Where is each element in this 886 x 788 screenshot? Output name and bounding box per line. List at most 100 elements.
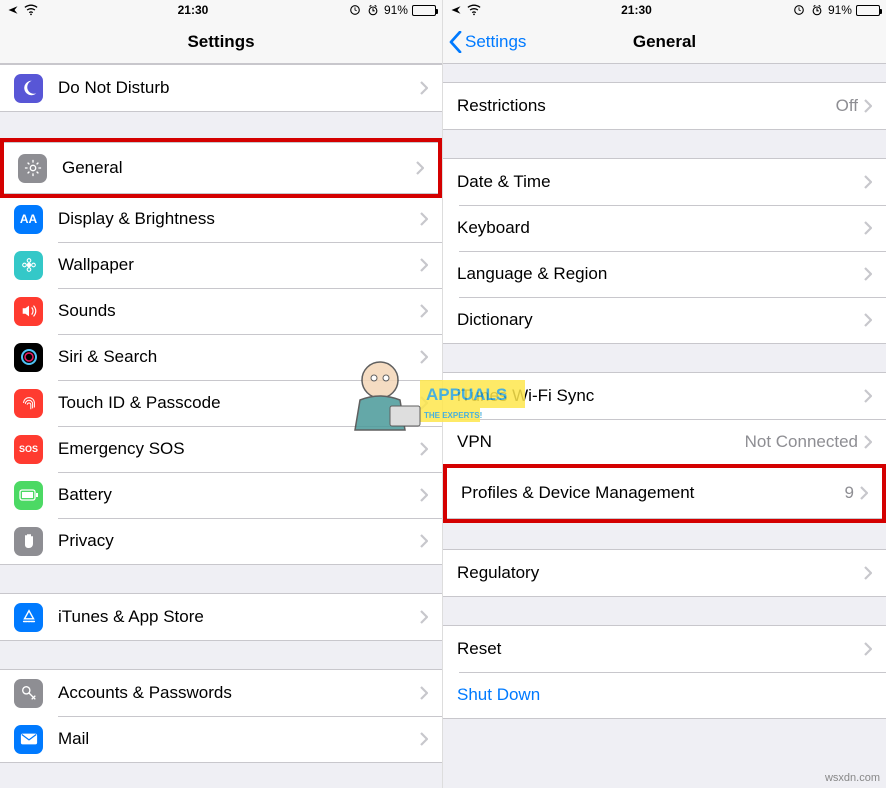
chevron-right-icon [420,534,428,548]
row-label: Battery [58,485,420,505]
airplane-icon [449,4,463,16]
row-wallpaper[interactable]: Wallpaper [0,242,442,288]
row-label: Privacy [58,531,420,551]
chevron-right-icon [860,486,868,500]
text-size-icon: AA [14,205,43,234]
siri-icon [14,343,43,372]
back-button[interactable]: Settings [449,20,526,64]
battery-icon [856,5,880,16]
row-mail[interactable]: Mail [0,716,442,762]
row-accounts[interactable]: Accounts & Passwords [0,670,442,716]
chevron-right-icon [420,212,428,226]
chevron-right-icon [864,313,872,327]
status-bar: 21:30 91% [443,0,886,20]
row-regulatory[interactable]: Regulatory [443,550,886,596]
nav-bar: Settings General [443,20,886,64]
row-label: iTunes & App Store [58,607,420,627]
airplane-icon [6,4,20,16]
chevron-right-icon [864,389,872,403]
alarm-icon [810,4,824,16]
hand-icon [14,527,43,556]
speaker-icon [14,297,43,326]
page-title: Settings [187,32,254,52]
row-dnd[interactable]: Do Not Disturb [0,65,442,111]
row-reset[interactable]: Reset [443,626,886,672]
chevron-right-icon [420,610,428,624]
page-title: General [633,32,696,52]
row-sounds[interactable]: Sounds [0,288,442,334]
row-profiles[interactable]: Profiles & Device Management 9 [447,468,882,518]
wifi-icon [467,4,481,16]
svg-text:APPUALS: APPUALS [426,385,507,404]
key-icon [14,679,43,708]
chevron-right-icon [864,99,872,113]
status-time: 21:30 [178,3,209,17]
row-label: Shut Down [457,685,872,705]
row-value: Off [836,96,858,116]
chevron-right-icon [420,686,428,700]
alarm-icon [366,4,380,16]
chevron-right-icon [420,304,428,318]
row-dictionary[interactable]: Dictionary [443,297,886,343]
flower-icon [14,251,43,280]
battery-percent: 91% [384,3,408,17]
watermark: APPUALS THE EXPERTS! [330,350,530,448]
nav-bar: Settings [0,20,442,64]
highlight-general: General [0,138,442,198]
highlight-profiles: Profiles & Device Management 9 [443,464,886,523]
row-label: Profiles & Device Management [461,483,845,503]
battery-icon [412,5,436,16]
chevron-right-icon [864,435,872,449]
fingerprint-icon [14,389,43,418]
chevron-right-icon [864,221,872,235]
back-label: Settings [465,32,526,52]
chevron-right-icon [864,642,872,656]
row-language[interactable]: Language & Region [443,251,886,297]
lock-icon [348,4,362,16]
row-restrictions[interactable]: Restrictions Off [443,83,886,129]
chevron-right-icon [864,175,872,189]
row-keyboard[interactable]: Keyboard [443,205,886,251]
chevron-right-icon [420,488,428,502]
row-battery[interactable]: Battery [0,472,442,518]
row-label: Restrictions [457,96,836,116]
chevron-right-icon [420,258,428,272]
row-label: Regulatory [457,563,864,583]
mail-icon [14,725,43,754]
row-general[interactable]: General [4,143,438,193]
status-bar: 21:30 91% [0,0,442,20]
chevron-right-icon [420,732,428,746]
sos-icon: SOS [14,435,43,464]
row-label: Sounds [58,301,420,321]
row-label: Wallpaper [58,255,420,275]
row-value: Not Connected [745,432,858,452]
battery-icon [14,481,43,510]
moon-icon [14,74,43,103]
chevron-left-icon [449,31,462,53]
gear-icon [18,154,47,183]
chevron-right-icon [864,267,872,281]
row-label: Reset [457,639,864,659]
row-label: General [62,158,416,178]
chevron-right-icon [416,161,424,175]
row-label: Language & Region [457,264,864,284]
row-itunes[interactable]: iTunes & App Store [0,594,442,640]
row-label: Keyboard [457,218,864,238]
svg-text:THE EXPERTS!: THE EXPERTS! [424,411,482,420]
wifi-icon [24,4,38,16]
row-date-time[interactable]: Date & Time [443,159,886,205]
status-time: 21:30 [621,3,652,17]
row-label: Dictionary [457,310,864,330]
credit-text: wsxdn.com [825,772,880,784]
appstore-icon [14,603,43,632]
row-value: 9 [845,483,854,503]
row-label: Do Not Disturb [58,78,420,98]
row-label: Date & Time [457,172,864,192]
lock-icon [792,4,806,16]
row-display[interactable]: AA Display & Brightness [0,196,442,242]
row-label: Display & Brightness [58,209,420,229]
row-privacy[interactable]: Privacy [0,518,442,564]
row-label: Accounts & Passwords [58,683,420,703]
row-shutdown[interactable]: Shut Down [443,672,886,718]
chevron-right-icon [864,566,872,580]
